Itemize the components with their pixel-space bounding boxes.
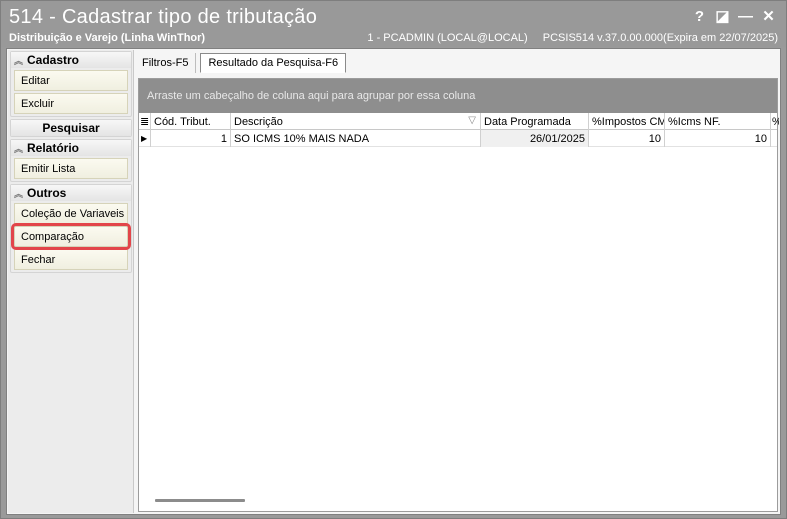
window-subtitle: Distribuição e Varejo (Linha WinThor) [9,32,206,44]
column-header-extra[interactable]: % [771,113,779,130]
tab-filtros[interactable]: Filtros-F5 [135,53,197,73]
close-icon[interactable]: ✕ [757,5,780,27]
table-row[interactable]: ▶ 1 SO ICMS 10% MAIS NADA 26/01/2025 10 … [139,130,777,147]
window-controls: ? ◪ — ✕ [688,5,780,27]
group-label: Outros [27,186,67,200]
pesquisar-button[interactable]: Pesquisar [11,120,131,136]
user-info: 1 - PCADMIN (LOCAL@LOCAL) [367,32,528,44]
editar-button[interactable]: Editar [14,70,128,91]
collapse-chevron-icon: ︽ [14,143,24,154]
app-window: 514 - Cadastrar tipo de tributação Distr… [0,0,787,519]
column-chooser-icon[interactable]: ≣ [139,113,151,130]
group-header-cadastro[interactable]: ︽ Cadastro [11,52,131,68]
tab-resultado-pesquisa[interactable]: Resultado da Pesquisa-F6 [200,53,347,73]
tab-strip: Filtros-F5 Resultado da Pesquisa-F6 [135,51,350,73]
grid-header: ≣ Cód. Tribut. Descrição ▽ Data Programa… [139,113,779,130]
group-label: Relatório [27,141,80,155]
column-header-descricao[interactable]: Descrição ▽ [231,113,481,130]
results-grid: Arraste um cabeçalho de coluna aqui para… [138,78,779,512]
help-icon[interactable]: ? [688,5,711,27]
column-header-icms[interactable]: %Icms NF. [665,113,771,130]
session-info: 1 - PCADMIN (LOCAL@LOCAL) PCSIS514 v.37.… [355,32,778,44]
cell-data[interactable]: 26/01/2025 [481,130,589,147]
client-area: ︽ Cadastro Editar Excluir Pesquisar ︽ Re… [6,48,781,515]
group-cadastro: ︽ Cadastro Editar Excluir [10,51,132,117]
collapse-chevron-icon: ︽ [14,55,24,66]
group-label: Cadastro [27,53,80,67]
collapse-chevron-icon: ︽ [14,188,24,199]
window-title: 514 - Cadastrar tipo de tributação [9,6,318,28]
restore-icon[interactable]: ◪ [711,5,734,27]
filter-icon[interactable]: ▽ [468,115,476,126]
cell-descricao[interactable]: SO ICMS 10% MAIS NADA [231,130,481,147]
title-bar: 514 - Cadastrar tipo de tributação Distr… [1,1,786,47]
column-header-label: Descrição [234,115,283,128]
group-pesquisar: Pesquisar [10,119,132,137]
comparacao-button[interactable]: Comparação [11,223,131,250]
excluir-button[interactable]: Excluir [14,93,128,114]
cell-impostos[interactable]: 10 [589,130,665,147]
group-header-relatorio[interactable]: ︽ Relatório [11,140,131,156]
group-relatorio: ︽ Relatório Emitir Lista [10,139,132,182]
column-header-data[interactable]: Data Programada [481,113,589,130]
group-by-hint: Arraste um cabeçalho de coluna aqui para… [147,90,476,102]
fechar-button[interactable]: Fechar [14,249,128,270]
version-info: PCSIS514 v.37.0.00.000(Expira em 22/07/2… [542,32,778,44]
colecao-variaveis-button[interactable]: Coleção de Variaveis [14,203,128,224]
emitir-lista-button[interactable]: Emitir Lista [14,158,128,179]
group-header-outros[interactable]: ︽ Outros [11,185,131,201]
minimize-icon[interactable]: — [734,5,757,27]
group-outros: ︽ Outros Coleção de Variaveis Comparação… [10,184,132,273]
sidebar: ︽ Cadastro Editar Excluir Pesquisar ︽ Re… [8,50,134,513]
row-indicator-icon: ▶ [139,130,151,147]
cell-cod[interactable]: 1 [151,130,231,147]
group-by-panel[interactable]: Arraste um cabeçalho de coluna aqui para… [139,79,777,113]
column-header-impostos[interactable]: %Impostos CM [589,113,665,130]
column-header-cod[interactable]: Cód. Tribut. [151,113,231,130]
cell-icms[interactable]: 10 [665,130,771,147]
horizontal-scrollbar[interactable] [155,499,245,502]
